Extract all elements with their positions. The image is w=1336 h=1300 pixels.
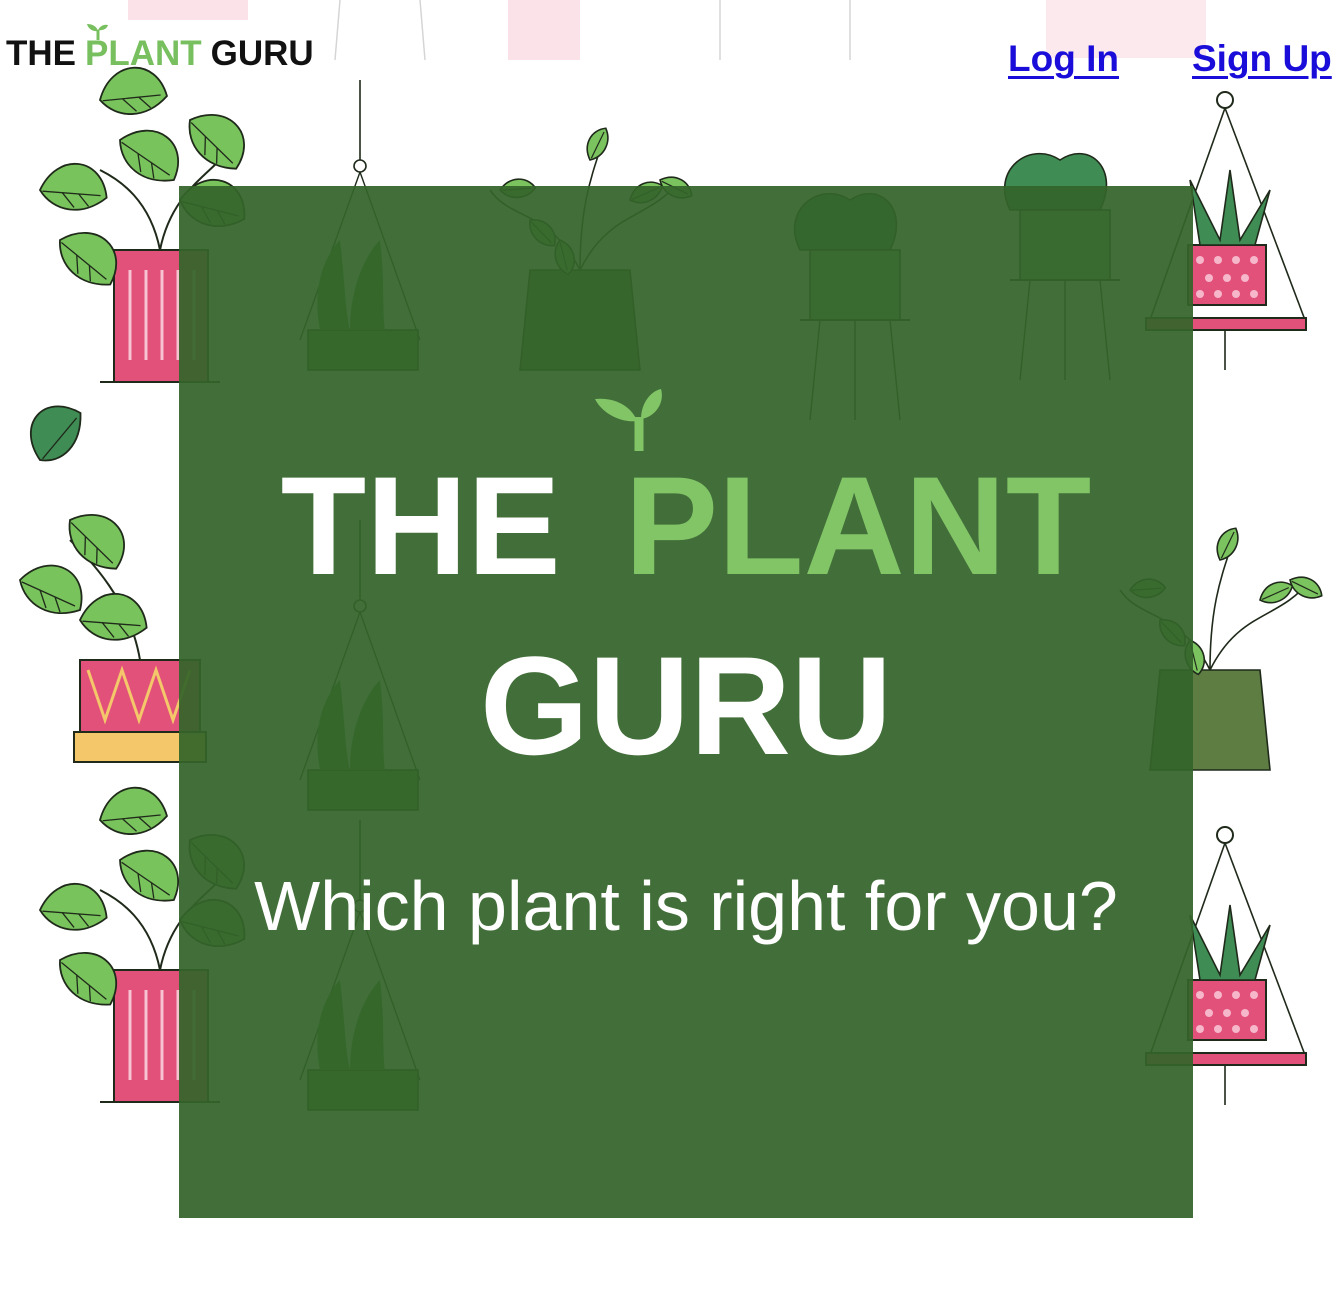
logo-word-plant: PLANT	[85, 24, 202, 74]
hero-panel: THE PLANT GURU Which plant is right for y…	[179, 186, 1193, 1218]
hero-title-the: THE	[280, 447, 561, 604]
sprout-icon	[87, 24, 108, 40]
logo-word-the: THE	[6, 34, 76, 73]
hero-title-plant-text: PLANT	[624, 447, 1092, 604]
hero-title-guru: GURU	[479, 627, 893, 784]
hero-title-plant: PLANT	[594, 389, 1092, 604]
top-navbar: THE PLANT GURU Log In Sign Up	[0, 0, 1336, 120]
hero-subtitle: Which plant is right for you?	[254, 867, 1118, 945]
sprout-icon	[594, 389, 662, 451]
hero-title: THE PLANT GURU	[179, 389, 1193, 796]
page: THE PLANT GURU Log In Sign Up THE PLANT GUR…	[0, 0, 1336, 1300]
hero-title-line1: THE PLANT	[179, 389, 1193, 616]
login-link[interactable]: Log In	[1008, 38, 1119, 80]
logo-word-guru: GURU	[210, 34, 314, 73]
brand-logo[interactable]: THE PLANT GURU	[6, 24, 314, 74]
signup-link[interactable]: Sign Up	[1192, 38, 1332, 80]
